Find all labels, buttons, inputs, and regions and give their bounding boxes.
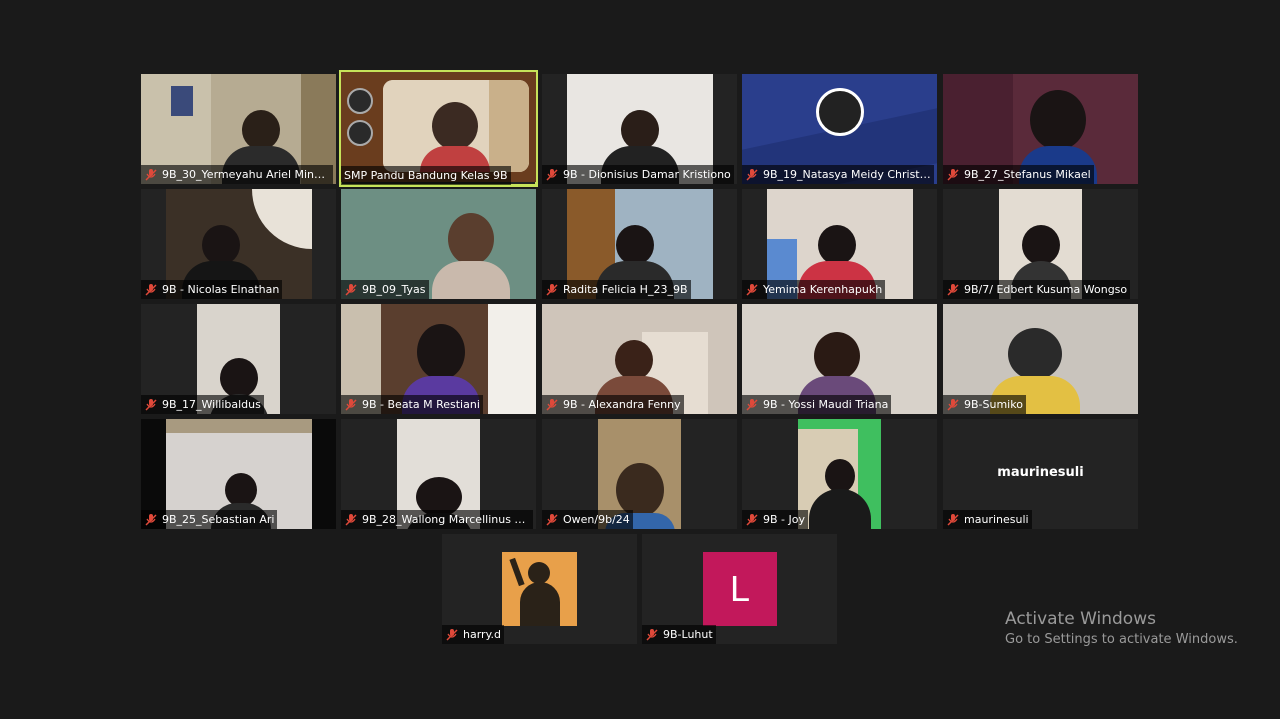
- participant-name-label: 9B - Nicolas Elnathan: [141, 280, 283, 299]
- participant-name-label: 9B - Beata M Restiani: [341, 395, 483, 414]
- participant-tile-active-speaker[interactable]: SMP Pandu Bandung Kelas 9B: [339, 70, 538, 187]
- participant-tile[interactable]: 9B_19_Natasya Meidy Christa...: [742, 74, 937, 184]
- participant-name-label: SMP Pandu Bandung Kelas 9B: [341, 166, 511, 185]
- participant-tile[interactable]: 9B/7/ Edbert Kusuma Wongso: [943, 189, 1138, 299]
- participant-name-label: 9B_28_Wallong Marcellinus Ca...: [341, 510, 533, 529]
- participant-name-label: harry.d: [442, 625, 504, 644]
- participant-name-label: 9B/7/ Edbert Kusuma Wongso: [943, 280, 1131, 299]
- microphone-muted-icon: [546, 168, 558, 181]
- microphone-muted-icon: [145, 513, 157, 526]
- participant-name-label: 9B-Sumiko: [943, 395, 1026, 414]
- participant-tile[interactable]: 9B-Sumiko: [943, 304, 1138, 414]
- microphone-muted-icon: [345, 283, 357, 296]
- participant-name-label: 9B - Alexandra Fenny: [542, 395, 684, 414]
- microphone-muted-icon: [546, 513, 558, 526]
- participant-name-label: 9B - Joy: [742, 510, 808, 529]
- participant-tile[interactable]: 9B - Beata M Restiani: [341, 304, 536, 414]
- participant-tile[interactable]: 9B_28_Wallong Marcellinus Ca...: [341, 419, 536, 529]
- participant-name-label: 9B_27_Stefanus Mikael: [943, 165, 1094, 184]
- participant-tile[interactable]: 9B - Alexandra Fenny: [542, 304, 737, 414]
- zoom-gallery-window: { "participants": [ {"name":"9B_30_Yerme…: [0, 0, 1280, 719]
- microphone-muted-icon: [145, 398, 157, 411]
- participant-tile[interactable]: 9B_25_Sebastian Ari: [141, 419, 336, 529]
- participant-tile[interactable]: 9B - Joy: [742, 419, 937, 529]
- microphone-muted-icon: [947, 398, 959, 411]
- participant-tile[interactable]: 9B - Yossi Maudi Triana: [742, 304, 937, 414]
- microphone-muted-icon: [947, 168, 959, 181]
- participant-tile[interactable]: 9B_30_Yermeyahu Ariel Minwa...: [141, 74, 336, 184]
- participant-video: [798, 419, 881, 529]
- participant-video: [502, 552, 577, 626]
- participant-name-label: 9B - Dionisius Damar Kristiono: [542, 165, 734, 184]
- participant-name-label: 9B-Luhut: [642, 625, 716, 644]
- participant-name-label: Radita Felicia H_23_9B: [542, 280, 691, 299]
- activate-windows-watermark: Activate Windows Go to Settings to activ…: [1005, 609, 1238, 647]
- participant-name-label: 9B_30_Yermeyahu Ariel Minwa...: [141, 165, 333, 184]
- microphone-muted-icon: [546, 398, 558, 411]
- microphone-muted-icon: [746, 283, 758, 296]
- participant-name-label: Owen/9b/24: [542, 510, 633, 529]
- microphone-muted-icon: [646, 628, 658, 641]
- microphone-muted-icon: [546, 283, 558, 296]
- avatar: L: [703, 552, 777, 626]
- participant-tile[interactable]: L 9B-Luhut: [642, 534, 837, 644]
- participant-tile[interactable]: Yemima Kerenhapukh: [742, 189, 937, 299]
- participant-tile[interactable]: harry.d: [442, 534, 637, 644]
- participant-tile[interactable]: 9B_27_Stefanus Mikael: [943, 74, 1138, 184]
- participant-tile[interactable]: maurinesuli maurinesuli: [943, 419, 1138, 529]
- microphone-muted-icon: [746, 168, 758, 181]
- participant-tile[interactable]: Owen/9b/24: [542, 419, 737, 529]
- microphone-muted-icon: [746, 398, 758, 411]
- participant-name-label: maurinesuli: [943, 510, 1032, 529]
- watermark-title: Activate Windows: [1005, 609, 1156, 629]
- microphone-muted-icon: [947, 283, 959, 296]
- microphone-muted-icon: [145, 168, 157, 181]
- microphone-muted-icon: [145, 283, 157, 296]
- microphone-muted-icon: [446, 628, 458, 641]
- participant-tile[interactable]: 9B_17_Willibaldus: [141, 304, 336, 414]
- participant-tile[interactable]: 9B_09_Tyas: [341, 189, 536, 299]
- participant-name-label: 9B_25_Sebastian Ari: [141, 510, 278, 529]
- participant-center-name: maurinesuli: [997, 465, 1084, 480]
- participant-name-label: 9B - Yossi Maudi Triana: [742, 395, 892, 414]
- participant-tile[interactable]: Radita Felicia H_23_9B: [542, 189, 737, 299]
- watermark-subtitle: Go to Settings to activate Windows.: [1005, 632, 1238, 647]
- participant-name-label: 9B_09_Tyas: [341, 280, 429, 299]
- participant-name-label: 9B_17_Willibaldus: [141, 395, 264, 414]
- microphone-muted-icon: [947, 513, 959, 526]
- participant-name-label: 9B_19_Natasya Meidy Christa...: [742, 165, 934, 184]
- microphone-muted-icon: [345, 398, 357, 411]
- microphone-muted-icon: [345, 513, 357, 526]
- participant-tile[interactable]: 9B - Dionisius Damar Kristiono: [542, 74, 737, 184]
- participant-tile[interactable]: 9B - Nicolas Elnathan: [141, 189, 336, 299]
- participant-name-label: Yemima Kerenhapukh: [742, 280, 886, 299]
- microphone-muted-icon: [746, 513, 758, 526]
- obs-logo-icon: [816, 88, 864, 136]
